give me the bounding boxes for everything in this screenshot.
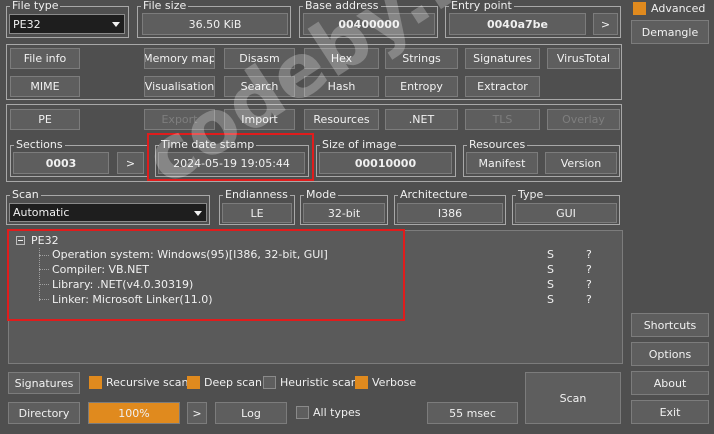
net-button[interactable]: .NET: [385, 109, 458, 130]
export-button[interactable]: Export: [144, 109, 215, 130]
next-button[interactable]: >: [187, 402, 207, 424]
progress-text: 100%: [118, 406, 150, 420]
disasm-button[interactable]: Disasm: [224, 48, 295, 69]
memory-map-button[interactable]: Memory map: [144, 48, 215, 69]
verbose-checkbox[interactable]: [355, 376, 368, 389]
recursive-scan-checkbox[interactable]: [89, 376, 102, 389]
result-info-marker[interactable]: ?: [586, 278, 592, 291]
scan-value: Automatic: [13, 206, 70, 219]
exit-button[interactable]: Exit: [631, 400, 709, 424]
base-address-field: 00400000: [303, 13, 435, 35]
scan-button[interactable]: Scan: [525, 372, 621, 424]
extractor-button[interactable]: Extractor: [465, 76, 540, 97]
search-button[interactable]: Search: [224, 76, 295, 97]
verbose-label[interactable]: Verbose: [372, 376, 416, 389]
mode-field: 32-bit: [303, 203, 385, 223]
type-field: GUI: [515, 203, 617, 223]
shortcuts-button[interactable]: Shortcuts: [631, 313, 709, 337]
all-types-label[interactable]: All types: [313, 406, 360, 419]
results-highlight: [7, 229, 405, 321]
result-info-marker[interactable]: ?: [586, 263, 592, 276]
recursive-scan-label[interactable]: Recursive scan: [106, 376, 189, 389]
architecture-legend: Architecture: [398, 188, 470, 202]
entry-point-button[interactable]: >: [593, 13, 618, 35]
all-types-checkbox[interactable]: [296, 406, 309, 419]
result-s-marker[interactable]: S: [547, 293, 554, 306]
hex-button[interactable]: Hex: [304, 48, 379, 69]
directory-button[interactable]: Directory: [8, 402, 80, 424]
version-button[interactable]: Version: [545, 152, 617, 174]
type-legend: Type: [516, 188, 546, 202]
resources-legend: Resources: [467, 138, 528, 152]
architecture-field: I386: [397, 203, 503, 223]
file-size-legend: File size: [141, 0, 189, 13]
mode-legend: Mode: [304, 188, 338, 202]
sections-button[interactable]: >: [117, 152, 144, 174]
entropy-button[interactable]: Entropy: [385, 76, 458, 97]
visualisation-button[interactable]: Visualisation: [144, 76, 215, 97]
timestamp-highlight: [147, 133, 314, 181]
log-button[interactable]: Log: [215, 402, 287, 424]
file-type-value: PE32: [13, 17, 41, 31]
about-button[interactable]: About: [631, 371, 709, 395]
pe-button[interactable]: PE: [10, 109, 80, 130]
import-button[interactable]: Import: [224, 109, 295, 130]
size-of-image-legend: Size of image: [320, 138, 399, 152]
base-address-legend: Base address: [303, 0, 381, 13]
mime-button[interactable]: MIME: [10, 76, 80, 97]
file-type-legend: File type: [10, 0, 61, 13]
elapsed-time: 55 msec: [427, 402, 518, 424]
deep-scan-label[interactable]: Deep scan: [204, 376, 262, 389]
virustotal-button[interactable]: VirusTotal: [547, 48, 620, 69]
file-size-field: 36.50 KiB: [142, 13, 288, 35]
heuristic-scan-label[interactable]: Heuristic scan: [280, 376, 358, 389]
result-s-marker[interactable]: S: [547, 278, 554, 291]
scan-legend: Scan: [10, 188, 41, 202]
result-info-marker[interactable]: ?: [586, 293, 592, 306]
endianness-legend: Endianness: [223, 188, 290, 202]
advanced-checkbox[interactable]: [633, 2, 646, 15]
resources-button[interactable]: Resources: [304, 109, 379, 130]
manifest-button[interactable]: Manifest: [466, 152, 538, 174]
hash-button[interactable]: Hash: [304, 76, 379, 97]
endianness-field: LE: [222, 203, 292, 223]
options-button[interactable]: Options: [631, 342, 709, 366]
scan-select[interactable]: Automatic: [9, 203, 207, 222]
overlay-button[interactable]: Overlay: [547, 109, 620, 130]
entry-point-field: 0040a7be: [449, 13, 586, 35]
progress-bar: 100%: [88, 402, 180, 424]
tls-button[interactable]: TLS: [465, 109, 540, 130]
file-info-button[interactable]: File info: [10, 48, 80, 69]
result-s-marker[interactable]: S: [547, 248, 554, 261]
sections-legend: Sections: [14, 138, 65, 152]
advanced-label: Advanced: [651, 2, 706, 15]
sections-field: 0003: [13, 152, 109, 174]
result-info-marker[interactable]: ?: [586, 248, 592, 261]
signatures-tool-button[interactable]: Signatures: [465, 48, 540, 69]
entry-point-legend: Entry point: [449, 0, 514, 13]
demangle-button[interactable]: Demangle: [631, 20, 709, 44]
heuristic-scan-checkbox[interactable]: [263, 376, 276, 389]
signatures-button[interactable]: Signatures: [8, 372, 80, 394]
strings-button[interactable]: Strings: [385, 48, 458, 69]
size-of-image-field: 00010000: [319, 152, 452, 174]
file-type-select[interactable]: PE32: [9, 14, 125, 34]
deep-scan-checkbox[interactable]: [187, 376, 200, 389]
chevron-down-icon: [112, 22, 120, 27]
chevron-down-icon: [194, 210, 202, 216]
result-s-marker[interactable]: S: [547, 263, 554, 276]
